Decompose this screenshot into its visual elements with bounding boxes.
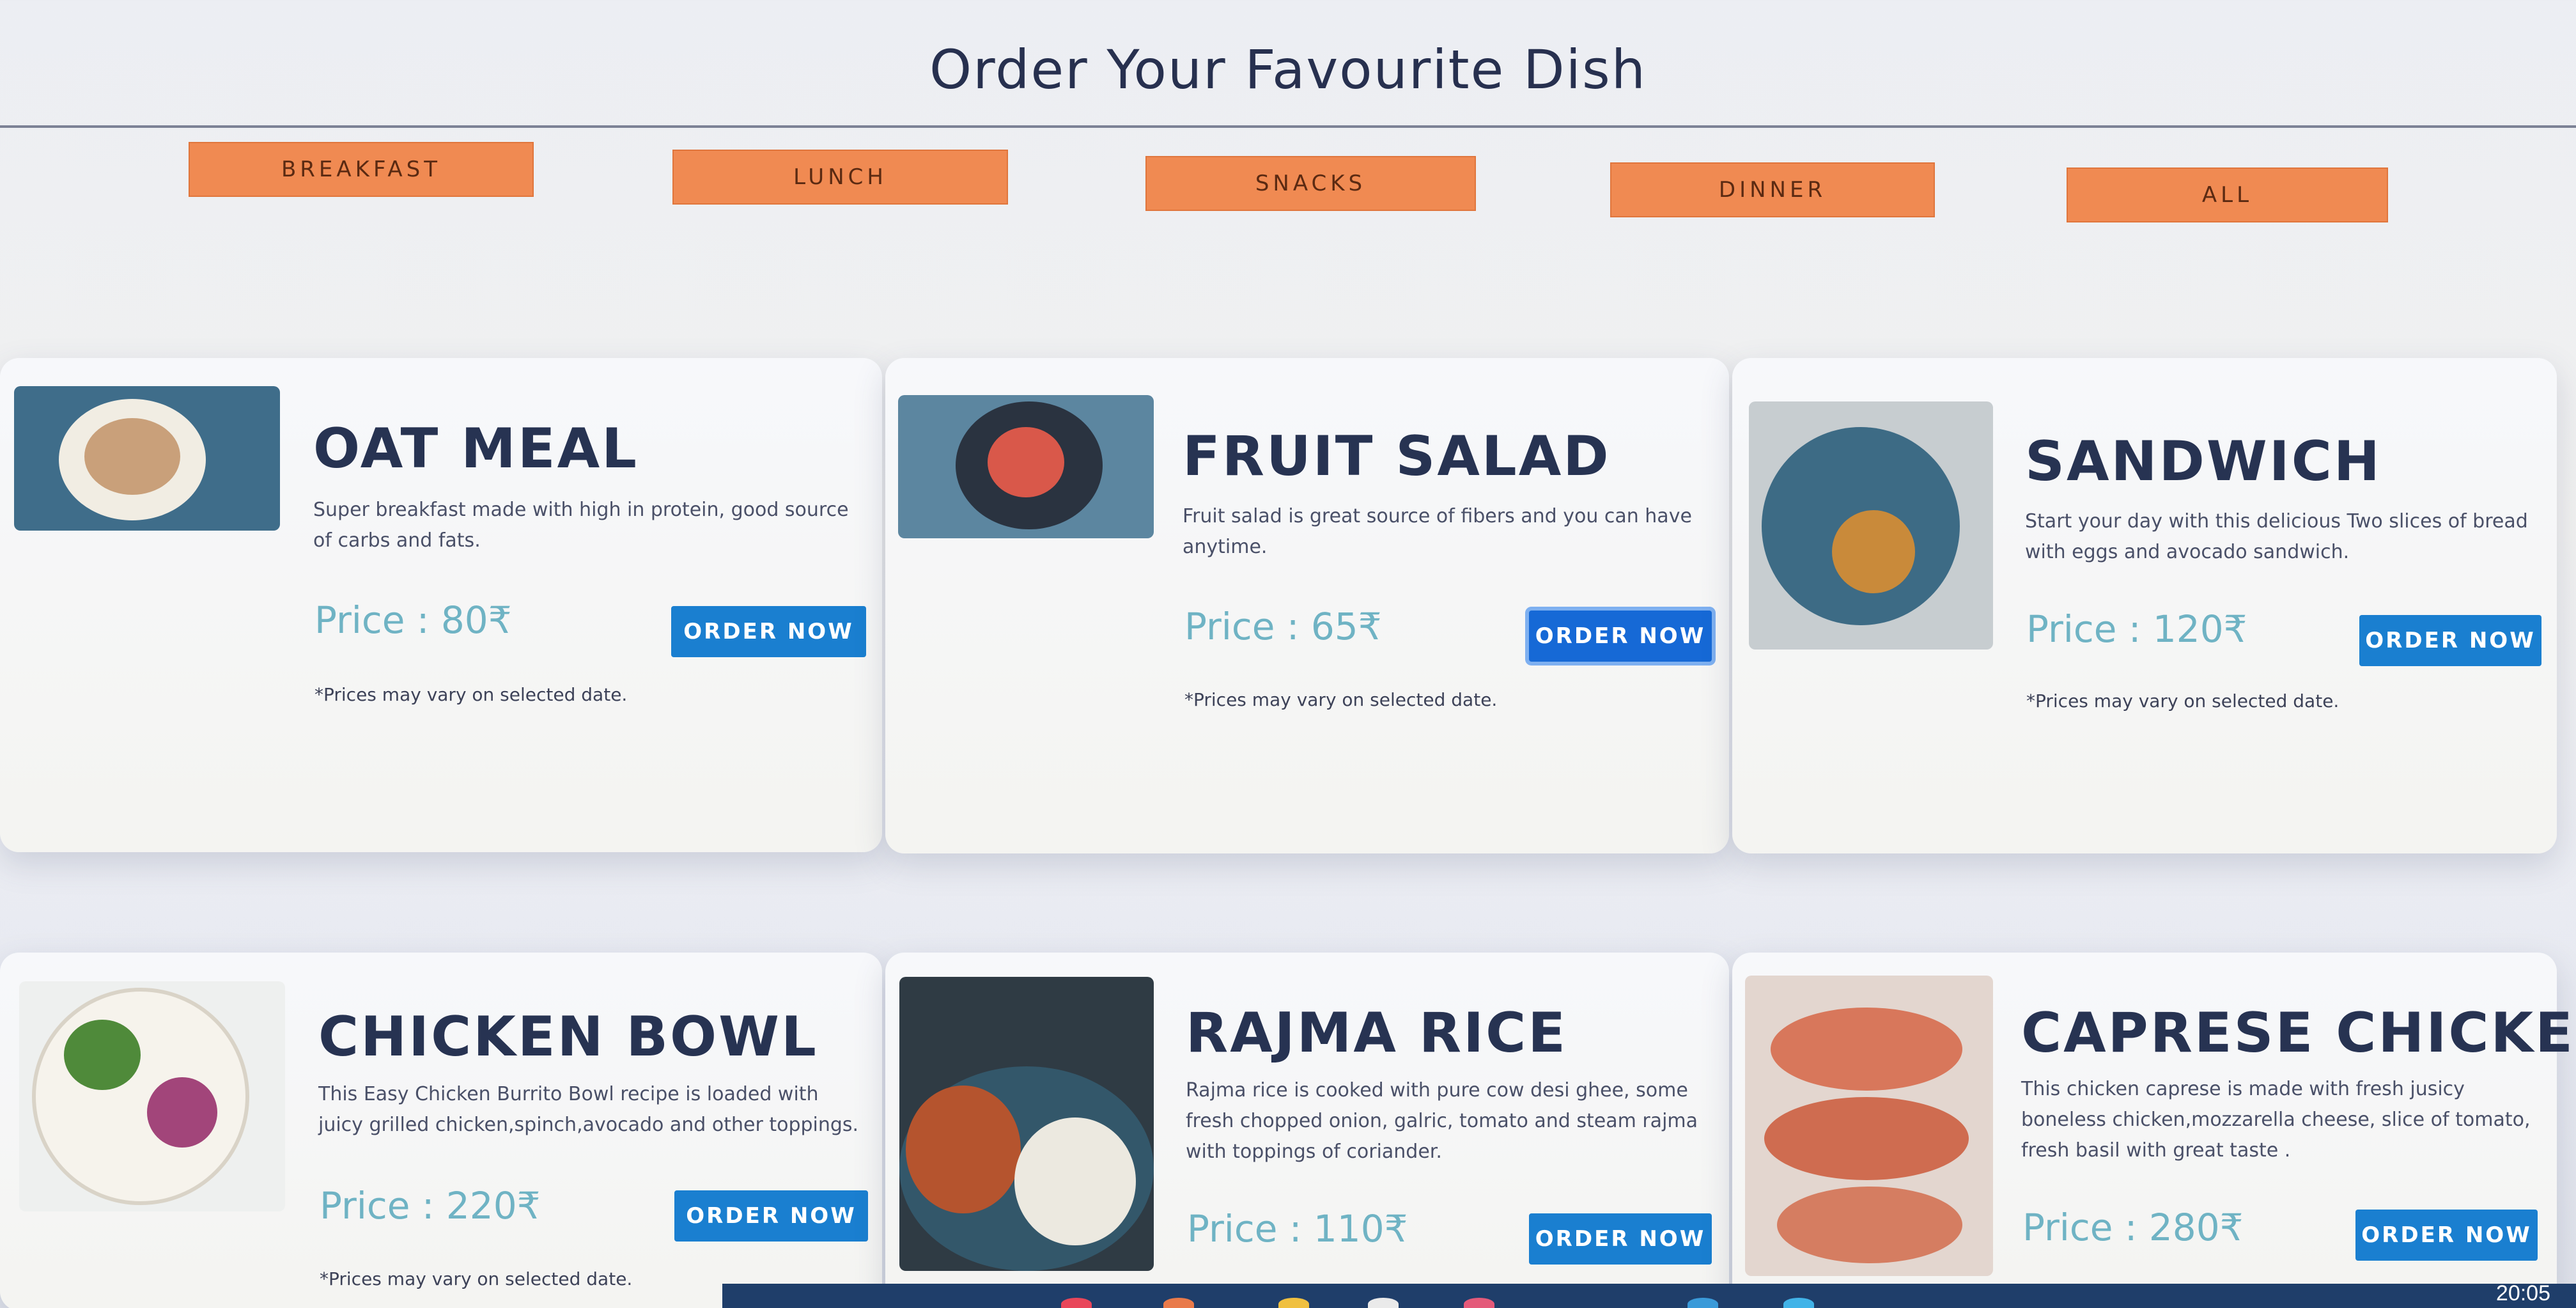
- category-dinner-button[interactable]: DINNER: [1610, 162, 1935, 217]
- order-now-button[interactable]: ORDER NOW: [674, 1190, 868, 1242]
- dish-name: CHICKEN BOWL: [318, 1005, 818, 1069]
- page-title: Order Your Favourite Dish: [929, 38, 1647, 101]
- dish-card-chicken-bowl: CHICKEN BOWL This Easy Chicken Burrito B…: [0, 953, 882, 1308]
- page-header: Order Your Favourite Dish: [0, 0, 2576, 128]
- category-lunch-button[interactable]: LUNCH: [672, 150, 1008, 205]
- dish-name: RAJMA RICE: [1186, 1001, 1567, 1065]
- dish-card-oat-meal: OAT MEAL Super breakfast made with high …: [0, 358, 882, 852]
- price-note: *Prices may vary on selected date.: [1184, 689, 1498, 710]
- app-icon[interactable]: [1464, 1298, 1494, 1308]
- oat-meal-image: [14, 386, 280, 531]
- app-icon[interactable]: [1061, 1298, 1092, 1308]
- fruit-salad-image: [898, 395, 1154, 538]
- dish-description: Rajma rice is cooked with pure cow desi …: [1186, 1079, 1698, 1163]
- dish-card-sandwich: SANDWICH Start your day with this delici…: [1732, 358, 2557, 853]
- price-note: *Prices may vary on selected date.: [314, 684, 628, 705]
- dish-description: Start your day with this delicious Two s…: [2025, 510, 2528, 563]
- chicken-bowl-image: [19, 981, 285, 1211]
- dish-price: Price : 220₹: [320, 1184, 541, 1227]
- os-taskbar: [722, 1284, 2576, 1308]
- dish-price: Price : 65₹: [1184, 605, 1382, 648]
- price-note: *Prices may vary on selected date.: [320, 1268, 633, 1289]
- category-all-button[interactable]: ALL: [2067, 167, 2388, 222]
- dish-description: This Easy Chicken Burrito Bowl recipe is…: [318, 1083, 859, 1136]
- dish-description: Fruit salad is great source of fibers an…: [1183, 505, 1692, 558]
- app-icon[interactable]: [1368, 1298, 1399, 1308]
- order-now-button[interactable]: ORDER NOW: [1529, 611, 1712, 662]
- order-now-button[interactable]: ORDER NOW: [2355, 1210, 2538, 1261]
- price-note: *Prices may vary on selected date.: [2026, 690, 2339, 712]
- rajma-rice-image: [899, 977, 1154, 1271]
- dish-name: OAT MEAL: [313, 417, 639, 481]
- dish-card-fruit-salad: FRUIT SALAD Fruit salad is great source …: [885, 358, 1729, 853]
- dish-description: Super breakfast made with high in protei…: [313, 499, 849, 552]
- app-icon[interactable]: [1688, 1298, 1718, 1308]
- order-now-button[interactable]: ORDER NOW: [1529, 1213, 1712, 1265]
- app-icon[interactable]: [1783, 1298, 1814, 1308]
- caprese-chicken-image: [1745, 976, 1993, 1276]
- dish-name: SANDWICH: [2025, 430, 2382, 494]
- dish-price: Price : 280₹: [2022, 1206, 2244, 1249]
- dish-price: Price : 80₹: [314, 598, 512, 642]
- dish-name: FRUIT SALAD: [1183, 424, 1611, 488]
- app-icon[interactable]: [1163, 1298, 1194, 1308]
- folder-icon[interactable]: [1278, 1298, 1309, 1308]
- category-breakfast-button[interactable]: BREAKFAST: [189, 142, 534, 197]
- dish-card-caprese-chicken: CAPRESE CHICKEN This chicken caprese is …: [1732, 953, 2576, 1308]
- dish-name: CAPRESE CHICKEN: [2021, 1001, 2576, 1065]
- sandwich-image: [1749, 401, 1993, 650]
- order-now-button[interactable]: ORDER NOW: [671, 606, 866, 657]
- dish-card-rajma-rice: RAJMA RICE Rajma rice is cooked with pur…: [885, 953, 1729, 1308]
- dish-price: Price : 120₹: [2026, 607, 2247, 651]
- order-now-button[interactable]: ORDER NOW: [2359, 615, 2541, 666]
- taskbar-clock: 20:05: [2495, 1281, 2550, 1305]
- dish-price: Price : 110₹: [1187, 1207, 1408, 1250]
- category-snacks-button[interactable]: SNACKS: [1145, 156, 1476, 211]
- dish-description: This chicken caprese is made with fresh …: [2021, 1078, 2531, 1162]
